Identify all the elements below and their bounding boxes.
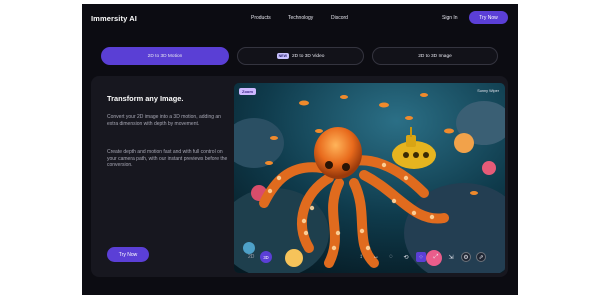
new-badge: NEW — [276, 53, 289, 59]
right-margin — [518, 0, 600, 301]
zoom-grid-icon[interactable]: ⁘ — [416, 252, 426, 262]
mode-2d-toggle[interactable]: 2D — [248, 254, 260, 260]
feature-title: Transform any Image. — [107, 94, 184, 103]
tab-label: 2D to 3D Image — [418, 53, 452, 59]
orbit-icon[interactable]: ⟲ — [401, 252, 411, 262]
image-credit: Sunny Wiper — [477, 89, 499, 93]
expand-icon[interactable]: ⤢ — [431, 252, 441, 262]
nav-products[interactable]: Products — [251, 15, 271, 21]
horizontal-arrows-icon[interactable]: ↔ — [371, 252, 381, 262]
feature-description-1: Convert your 2D image into a 3D motion, … — [107, 114, 221, 127]
nav-technology[interactable]: Technology — [288, 15, 313, 21]
tab-2d-to-3d-image[interactable]: 2D to 3D Image — [372, 47, 498, 65]
zoom-badge: Zoom — [239, 88, 256, 95]
feature-card: Transform any Image. Convert your 2D ima… — [91, 76, 508, 277]
preview-image[interactable]: Zoom Sunny Wiper 2D 3D ↕ ↔ ◌ ⟲ ⁘ ⤢ ⇲ ⚙ ⇗ — [234, 83, 505, 273]
export-icon[interactable]: ⇗ — [476, 252, 486, 262]
try-now-header-button[interactable]: Try Now — [469, 11, 508, 24]
tab-label: 2D to 3D Video — [291, 53, 325, 59]
feature-description-2: Create depth and motion fast and with fu… — [107, 149, 228, 169]
circle-path-icon[interactable]: ◌ — [386, 252, 396, 262]
sign-in-link[interactable]: Sign In — [442, 15, 458, 21]
try-now-button[interactable]: Try Now — [107, 247, 149, 262]
left-margin — [0, 0, 82, 301]
vertical-arrows-icon[interactable]: ↕ — [356, 252, 366, 262]
tab-2d-to-3d-motion[interactable]: 2D to 3D Motion — [101, 47, 229, 65]
settings-icon[interactable]: ⚙ — [461, 252, 471, 262]
tab-label: 2D to 3D Motion — [147, 53, 183, 59]
mode-3d-toggle[interactable]: 3D — [260, 251, 272, 263]
dolly-icon[interactable]: ⇲ — [446, 252, 456, 262]
nav-discord[interactable]: Discord — [331, 15, 348, 21]
octopus-illustration — [234, 83, 505, 273]
website-frame: Immersity AI Products Technology Discord… — [82, 4, 518, 295]
tab-2d-to-3d-video[interactable]: NEW 2D to 3D Video — [237, 47, 364, 65]
brand-logo[interactable]: Immersity AI — [91, 14, 137, 23]
camera-toolbar: 2D 3D ↕ ↔ ◌ ⟲ ⁘ ⤢ ⇲ ⚙ ⇗ — [248, 249, 500, 265]
